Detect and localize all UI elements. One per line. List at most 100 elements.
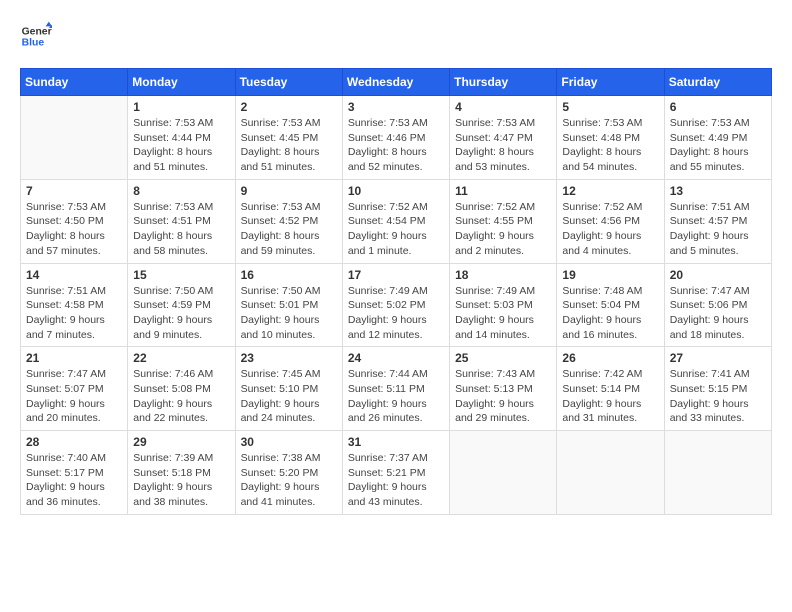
day-info: Sunrise: 7:53 AM Sunset: 4:45 PM Dayligh… xyxy=(241,116,337,175)
calendar-cell: 28 Sunrise: 7:40 AM Sunset: 5:17 PM Dayli… xyxy=(21,431,128,515)
day-number: 20 xyxy=(670,268,766,282)
calendar-cell xyxy=(664,431,771,515)
column-header-thursday: Thursday xyxy=(450,69,557,96)
day-number: 24 xyxy=(348,351,444,365)
day-info: Sunrise: 7:47 AM Sunset: 5:06 PM Dayligh… xyxy=(670,284,766,343)
calendar-week-row: 7Sunrise: 7:53 AM Sunset: 4:50 PM Daylig… xyxy=(21,179,772,263)
day-number: 21 xyxy=(26,351,122,365)
column-header-sunday: Sunday xyxy=(21,69,128,96)
day-number: 3 xyxy=(348,100,444,114)
calendar-cell: 5 Sunrise: 7:53 AM Sunset: 4:48 PM Daylig… xyxy=(557,96,664,180)
calendar-cell: 6Sunrise: 7:53 AM Sunset: 4:49 PM Daylig… xyxy=(664,96,771,180)
calendar-cell: 31 Sunrise: 7:37 AM Sunset: 5:21 PM Dayli… xyxy=(342,431,449,515)
day-info: Sunrise: 7:44 AM Sunset: 5:11 PM Dayligh… xyxy=(348,367,444,426)
column-header-monday: Monday xyxy=(128,69,235,96)
day-number: 10 xyxy=(348,184,444,198)
day-info: Sunrise: 7:49 AM Sunset: 5:02 PM Dayligh… xyxy=(348,284,444,343)
calendar-week-row: 21 Sunrise: 7:47 AM Sunset: 5:07 PM Dayli… xyxy=(21,347,772,431)
day-number: 4 xyxy=(455,100,551,114)
calendar-cell: 7Sunrise: 7:53 AM Sunset: 4:50 PM Daylig… xyxy=(21,179,128,263)
day-number: 29 xyxy=(133,435,229,449)
calendar-cell: 18 Sunrise: 7:49 AM Sunset: 5:03 PM Dayli… xyxy=(450,263,557,347)
day-number: 12 xyxy=(562,184,658,198)
day-number: 22 xyxy=(133,351,229,365)
calendar-cell: 9 Sunrise: 7:53 AM Sunset: 4:52 PM Daylig… xyxy=(235,179,342,263)
calendar-cell: 25 Sunrise: 7:43 AM Sunset: 5:13 PM Dayli… xyxy=(450,347,557,431)
svg-text:General: General xyxy=(22,26,52,37)
calendar-cell: 23 Sunrise: 7:45 AM Sunset: 5:10 PM Dayli… xyxy=(235,347,342,431)
day-info: Sunrise: 7:42 AM Sunset: 5:14 PM Dayligh… xyxy=(562,367,658,426)
calendar-cell: 11 Sunrise: 7:52 AM Sunset: 4:55 PM Dayli… xyxy=(450,179,557,263)
column-header-wednesday: Wednesday xyxy=(342,69,449,96)
calendar-cell: 24 Sunrise: 7:44 AM Sunset: 5:11 PM Dayli… xyxy=(342,347,449,431)
day-info: Sunrise: 7:53 AM Sunset: 4:47 PM Dayligh… xyxy=(455,116,551,175)
day-number: 30 xyxy=(241,435,337,449)
day-info: Sunrise: 7:48 AM Sunset: 5:04 PM Dayligh… xyxy=(562,284,658,343)
day-info: Sunrise: 7:53 AM Sunset: 4:44 PM Dayligh… xyxy=(133,116,229,175)
calendar-cell: 13 Sunrise: 7:51 AM Sunset: 4:57 PM Dayli… xyxy=(664,179,771,263)
day-info: Sunrise: 7:53 AM Sunset: 4:48 PM Dayligh… xyxy=(562,116,658,175)
calendar-cell xyxy=(557,431,664,515)
calendar-header-row: SundayMondayTuesdayWednesdayThursdayFrid… xyxy=(21,69,772,96)
day-number: 31 xyxy=(348,435,444,449)
calendar-cell: 15Sunrise: 7:50 AM Sunset: 4:59 PM Dayli… xyxy=(128,263,235,347)
day-info: Sunrise: 7:47 AM Sunset: 5:07 PM Dayligh… xyxy=(26,367,122,426)
day-info: Sunrise: 7:38 AM Sunset: 5:20 PM Dayligh… xyxy=(241,451,337,510)
calendar-cell xyxy=(450,431,557,515)
day-info: Sunrise: 7:53 AM Sunset: 4:46 PM Dayligh… xyxy=(348,116,444,175)
day-number: 5 xyxy=(562,100,658,114)
calendar-cell: 20 Sunrise: 7:47 AM Sunset: 5:06 PM Dayli… xyxy=(664,263,771,347)
day-number: 2 xyxy=(241,100,337,114)
calendar-cell: 10Sunrise: 7:52 AM Sunset: 4:54 PM Dayli… xyxy=(342,179,449,263)
calendar-cell: 26 Sunrise: 7:42 AM Sunset: 5:14 PM Dayli… xyxy=(557,347,664,431)
calendar-table: SundayMondayTuesdayWednesdayThursdayFrid… xyxy=(20,68,772,515)
calendar-cell: 2 Sunrise: 7:53 AM Sunset: 4:45 PM Daylig… xyxy=(235,96,342,180)
day-number: 14 xyxy=(26,268,122,282)
svg-text:Blue: Blue xyxy=(22,38,45,49)
logo-icon: General Blue xyxy=(20,20,52,52)
day-number: 27 xyxy=(670,351,766,365)
column-header-saturday: Saturday xyxy=(664,69,771,96)
day-info: Sunrise: 7:52 AM Sunset: 4:56 PM Dayligh… xyxy=(562,200,658,259)
calendar-week-row: 1 Sunrise: 7:53 AM Sunset: 4:44 PM Daylig… xyxy=(21,96,772,180)
day-info: Sunrise: 7:40 AM Sunset: 5:17 PM Dayligh… xyxy=(26,451,122,510)
day-info: Sunrise: 7:52 AM Sunset: 4:55 PM Dayligh… xyxy=(455,200,551,259)
day-number: 11 xyxy=(455,184,551,198)
day-number: 18 xyxy=(455,268,551,282)
day-number: 25 xyxy=(455,351,551,365)
day-info: Sunrise: 7:45 AM Sunset: 5:10 PM Dayligh… xyxy=(241,367,337,426)
day-number: 9 xyxy=(241,184,337,198)
day-info: Sunrise: 7:53 AM Sunset: 4:51 PM Dayligh… xyxy=(133,200,229,259)
day-number: 15 xyxy=(133,268,229,282)
day-info: Sunrise: 7:43 AM Sunset: 5:13 PM Dayligh… xyxy=(455,367,551,426)
day-number: 1 xyxy=(133,100,229,114)
calendar-cell: 19Sunrise: 7:48 AM Sunset: 5:04 PM Dayli… xyxy=(557,263,664,347)
day-number: 28 xyxy=(26,435,122,449)
day-info: Sunrise: 7:37 AM Sunset: 5:21 PM Dayligh… xyxy=(348,451,444,510)
day-number: 13 xyxy=(670,184,766,198)
calendar-cell: 12 Sunrise: 7:52 AM Sunset: 4:56 PM Dayli… xyxy=(557,179,664,263)
calendar-cell: 1 Sunrise: 7:53 AM Sunset: 4:44 PM Daylig… xyxy=(128,96,235,180)
logo: General Blue xyxy=(20,20,52,52)
calendar-week-row: 14Sunrise: 7:51 AM Sunset: 4:58 PM Dayli… xyxy=(21,263,772,347)
day-info: Sunrise: 7:49 AM Sunset: 5:03 PM Dayligh… xyxy=(455,284,551,343)
calendar-cell: 14Sunrise: 7:51 AM Sunset: 4:58 PM Dayli… xyxy=(21,263,128,347)
day-info: Sunrise: 7:53 AM Sunset: 4:52 PM Dayligh… xyxy=(241,200,337,259)
calendar-cell: 8Sunrise: 7:53 AM Sunset: 4:51 PM Daylig… xyxy=(128,179,235,263)
calendar-cell: 22Sunrise: 7:46 AM Sunset: 5:08 PM Dayli… xyxy=(128,347,235,431)
calendar-cell: 4 Sunrise: 7:53 AM Sunset: 4:47 PM Daylig… xyxy=(450,96,557,180)
day-info: Sunrise: 7:51 AM Sunset: 4:57 PM Dayligh… xyxy=(670,200,766,259)
calendar-cell: 30 Sunrise: 7:38 AM Sunset: 5:20 PM Dayli… xyxy=(235,431,342,515)
calendar-cell: 16Sunrise: 7:50 AM Sunset: 5:01 PM Dayli… xyxy=(235,263,342,347)
day-number: 26 xyxy=(562,351,658,365)
day-number: 17 xyxy=(348,268,444,282)
page-header: General Blue xyxy=(20,20,772,52)
calendar-cell: 27Sunrise: 7:41 AM Sunset: 5:15 PM Dayli… xyxy=(664,347,771,431)
calendar-cell xyxy=(21,96,128,180)
column-header-friday: Friday xyxy=(557,69,664,96)
calendar-cell: 29Sunrise: 7:39 AM Sunset: 5:18 PM Dayli… xyxy=(128,431,235,515)
calendar-cell: 17 Sunrise: 7:49 AM Sunset: 5:02 PM Dayli… xyxy=(342,263,449,347)
calendar-cell: 3 Sunrise: 7:53 AM Sunset: 4:46 PM Daylig… xyxy=(342,96,449,180)
calendar-cell: 21 Sunrise: 7:47 AM Sunset: 5:07 PM Dayli… xyxy=(21,347,128,431)
day-number: 23 xyxy=(241,351,337,365)
